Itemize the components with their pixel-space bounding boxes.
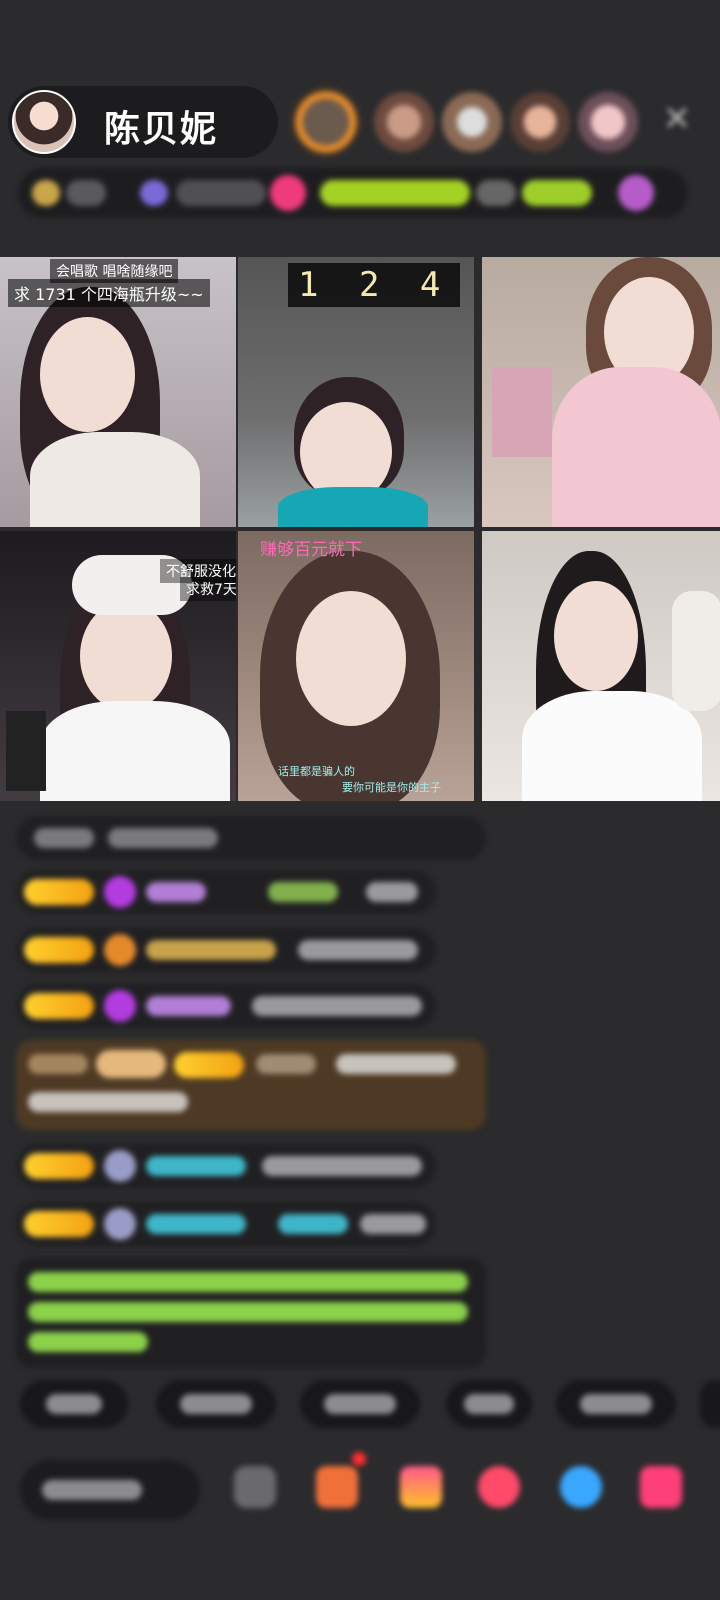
notification-dot (352, 1452, 366, 1466)
host-name: 陈贝妮 (104, 109, 219, 150)
viewer-avatar[interactable] (578, 92, 638, 152)
heart-icon[interactable] (478, 1466, 520, 1508)
score-counter: 1 2 4 (288, 263, 461, 307)
viewer-avatar[interactable] (374, 92, 434, 152)
video-caption: 求救7天 (180, 577, 236, 601)
video-caption: 求 1731 个四海瓶升级~~ (8, 279, 210, 307)
viewer-avatar[interactable] (510, 92, 570, 152)
host-profile-pill[interactable]: 陈贝妮 (8, 86, 278, 158)
chat-message (16, 1202, 436, 1246)
chat-message (16, 816, 486, 860)
multi-guest-video-grid: 会唱歌 唱啥随缘吧 求 1731 个四海瓶升级~~ 1 2 4 不舒服没化妆 求… (0, 257, 720, 801)
chat-input[interactable] (20, 1460, 200, 1520)
quick-reply-button[interactable] (20, 1380, 128, 1428)
share-icon[interactable] (560, 1466, 602, 1508)
video-tile[interactable] (482, 257, 720, 527)
more-icon[interactable] (640, 1466, 682, 1508)
video-tile[interactable]: 不舒服没化妆 求救7天 (0, 531, 236, 801)
video-tile[interactable]: 1 2 4 (238, 257, 474, 527)
emoji-icon[interactable] (234, 1466, 276, 1508)
system-notice (16, 1258, 486, 1368)
gift-box-icon[interactable] (316, 1466, 358, 1508)
video-tile[interactable] (482, 531, 720, 801)
video-caption: 赚够百元就下 (260, 540, 362, 560)
quick-reply-button[interactable] (700, 1380, 720, 1428)
video-tile[interactable]: 赚够百元就下 话里都是骗人的 要你可能是你的主子 (238, 531, 474, 801)
quick-reply-button[interactable] (300, 1380, 420, 1428)
host-avatar[interactable] (12, 90, 76, 154)
chat-message (16, 870, 436, 914)
quick-reply-button[interactable] (446, 1380, 532, 1428)
quick-reply-button[interactable] (156, 1380, 276, 1428)
viewer-avatar[interactable] (442, 92, 502, 152)
room-info-bar[interactable] (18, 168, 688, 218)
viewer-avatar[interactable] (290, 86, 362, 158)
video-caption: 要你可能是你的主子 (342, 781, 441, 794)
chat-message (16, 1144, 436, 1188)
close-icon[interactable]: ✕ (662, 102, 692, 136)
gift-icon[interactable] (400, 1466, 442, 1508)
chat-message-highlighted (16, 1040, 486, 1130)
video-tile[interactable]: 会唱歌 唱啥随缘吧 求 1731 个四海瓶升级~~ (0, 257, 236, 527)
quick-reply-button[interactable] (556, 1380, 676, 1428)
video-caption: 话里都是骗人的 (278, 765, 355, 778)
chat-message (16, 928, 436, 972)
chat-message (16, 984, 436, 1028)
